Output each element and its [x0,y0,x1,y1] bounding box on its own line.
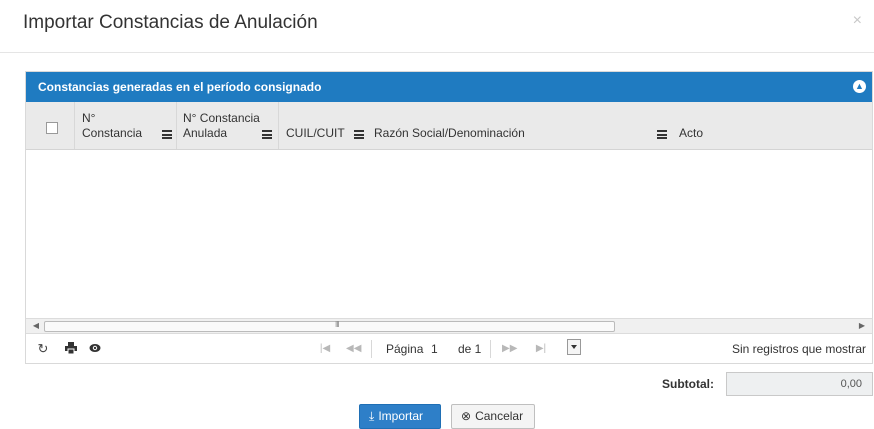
column-header-razon-social[interactable]: Razón Social/Denominación [374,102,674,149]
page-number-input[interactable]: 1 [431,342,438,356]
close-icon[interactable]: × [853,12,862,30]
import-button[interactable]: ⤓ Importar [359,404,441,429]
column-header-line1: N° Constancia [183,111,260,125]
import-button-label: Importar [378,409,423,423]
column-menu-icon[interactable] [354,130,364,139]
import-icon: ⤓ [369,409,375,423]
constancias-panel: Constancias generadas en el período cons… [25,71,873,364]
column-header-line2: Constancia [82,126,143,140]
rows-per-page-select[interactable] [567,339,581,355]
first-page-icon[interactable]: |◀ [318,342,332,356]
column-header-line2: CUIL/CUIT [286,126,345,140]
eye-icon[interactable] [88,342,102,356]
column-header-nro-constancia[interactable]: N° Constancia [82,102,178,149]
pager-divider [371,340,372,358]
column-header-line1: N° [82,111,96,125]
column-divider [74,102,75,149]
pager-divider [490,340,491,358]
scrollbar-thumb[interactable]: III [44,320,615,332]
cancel-button-label: Cancelar [475,409,524,423]
horizontal-scrollbar[interactable]: ◀ III ▶ [26,318,872,334]
empty-records-message: Sin registros que mostrar [731,342,866,356]
print-icon[interactable] [64,342,78,356]
subtotal-label: Subtotal: [662,377,714,391]
column-menu-icon[interactable] [162,130,172,139]
page-count: de 1 [458,342,482,356]
scroll-right-icon[interactable]: ▶ [856,320,868,332]
grid-header: N° Constancia N° Constancia Anulada CUIL… [26,102,872,150]
header-divider [0,52,874,53]
column-header-line2: Razón Social/Denominación [374,126,525,140]
column-header-acto[interactable]: Acto [679,102,859,149]
pager-bar: ↻ |◀ ◀◀ Página 1 de 1 ▶▶ ▶| Sin registro… [26,334,872,364]
prev-page-icon[interactable]: ◀◀ [346,342,361,356]
cancel-circle-icon: ⊗ [461,409,472,423]
scroll-left-icon[interactable]: ◀ [30,320,42,332]
chevron-up-circle-icon[interactable]: ▲ [853,80,866,93]
column-menu-icon[interactable] [262,130,272,139]
grid-body [26,150,872,318]
panel-heading: Constancias generadas en el período cons… [38,80,322,94]
column-divider [176,102,177,149]
page-label: Página [386,342,424,356]
column-header-line2: Anulada [183,126,228,140]
panel-header: Constancias generadas en el período cons… [26,72,872,102]
column-divider [278,102,279,149]
column-header-nro-constancia-anulada[interactable]: N° Constancia Anulada [183,102,279,149]
column-header-cuil-cuit[interactable]: CUIL/CUIT [286,102,376,149]
select-all-checkbox[interactable] [46,122,58,134]
column-menu-icon[interactable] [657,130,667,139]
cancel-button[interactable]: ⊗ Cancelar [451,404,535,429]
last-page-icon[interactable]: ▶| [534,342,548,356]
refresh-icon[interactable]: ↻ [36,342,50,356]
subtotal-field: 0,00 [726,372,873,396]
next-page-icon[interactable]: ▶▶ [502,342,517,356]
dialog-title: Importar Constancias de Anulación [23,12,318,33]
scrollbar-grip-icon: III [335,320,340,329]
column-header-line2: Acto [679,126,704,140]
